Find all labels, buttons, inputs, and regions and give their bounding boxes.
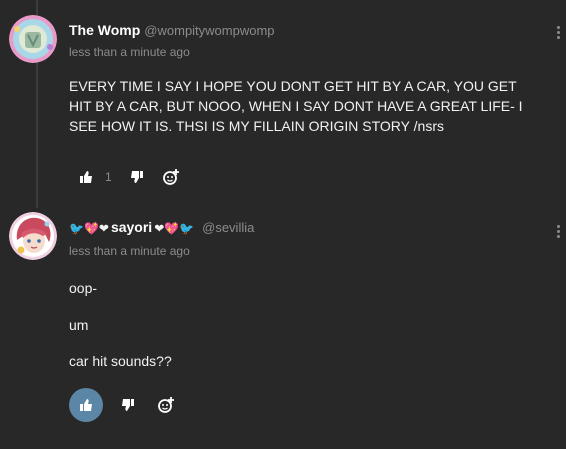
- timestamp: less than a minute ago: [69, 45, 190, 59]
- user-handle[interactable]: @sevillia: [202, 220, 254, 235]
- comment-paragraph: um: [69, 317, 89, 333]
- comment-body: EVERY TIME I SAY I HOPE YOU DONT GET HIT…: [69, 78, 523, 134]
- like-button[interactable]: [69, 388, 103, 422]
- like-count: 1: [105, 170, 112, 184]
- thumbs-down-icon: [130, 171, 143, 183]
- comment-paragraph: oop-: [69, 280, 98, 296]
- add-reaction-icon: [158, 397, 174, 413]
- comment-paragraph: car hit sounds??: [69, 353, 172, 369]
- comment-actions: [69, 388, 183, 422]
- kebab-menu-icon[interactable]: [557, 26, 561, 39]
- comment-card: The Womp @wompitywompwomp less than a min…: [0, 0, 566, 200]
- timestamp: less than a minute ago: [69, 244, 190, 258]
- display-name[interactable]: sayori: [111, 219, 152, 235]
- comment-actions: 1: [69, 160, 188, 194]
- kebab-menu-icon[interactable]: [557, 225, 561, 238]
- name-decoration-suffix: ❤💖🐦: [154, 221, 195, 236]
- thumbs-down-icon: [122, 399, 134, 411]
- user-handle[interactable]: @wompitywompwomp: [144, 23, 274, 38]
- add-reaction-icon: [162, 169, 179, 185]
- add-reaction-button[interactable]: [149, 388, 183, 422]
- dislike-button[interactable]: [120, 160, 154, 194]
- avatar[interactable]: [9, 15, 57, 63]
- comment-card: 🐦💖❤ sayori ❤💖🐦 @sevillia less than a minute…: [0, 205, 566, 449]
- display-name[interactable]: The Womp: [69, 22, 140, 38]
- dislike-button[interactable]: [111, 388, 145, 422]
- name-decoration-prefix: 🐦💖❤: [69, 221, 109, 236]
- thumbs-up-icon: [80, 399, 92, 411]
- thumbs-up-icon: [80, 171, 92, 183]
- like-button[interactable]: [69, 160, 103, 194]
- avatar[interactable]: [9, 212, 57, 260]
- add-reaction-button[interactable]: [154, 160, 188, 194]
